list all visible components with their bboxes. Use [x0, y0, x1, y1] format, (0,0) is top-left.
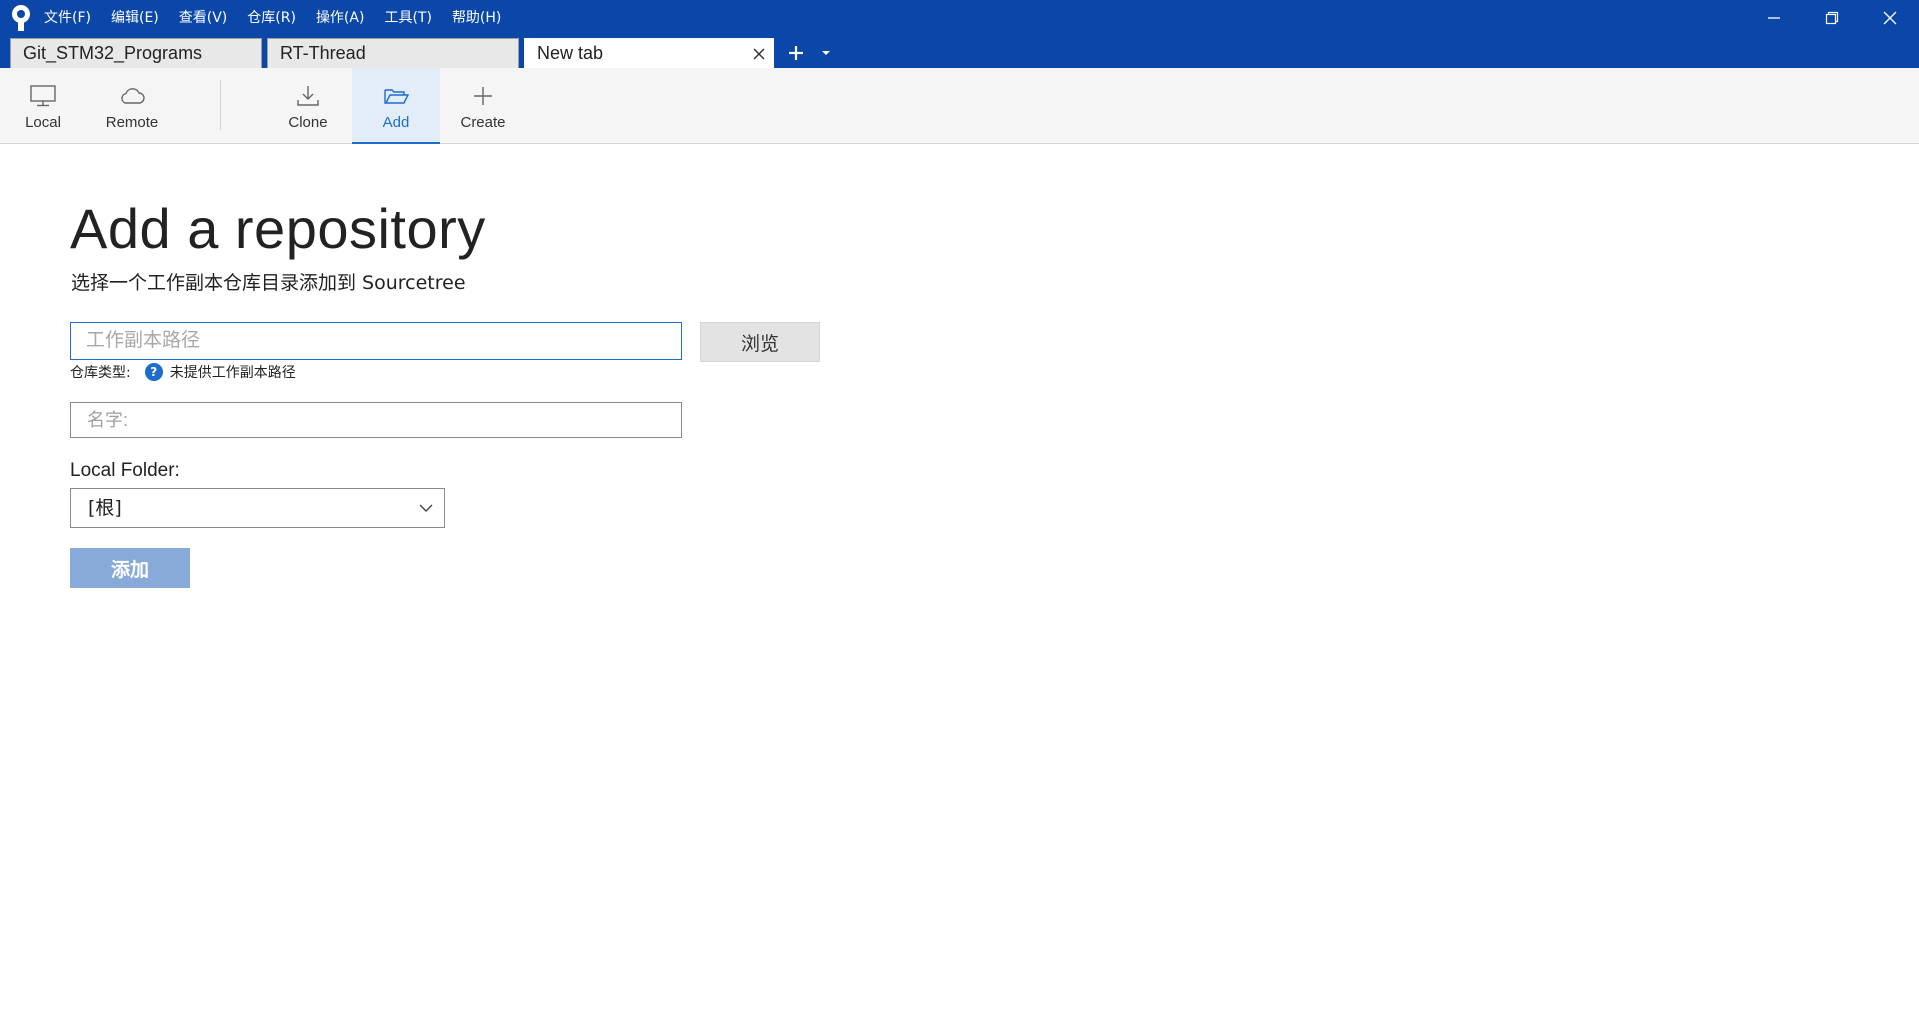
folder-open-icon: [384, 89, 410, 104]
repo-type-label: 仓库类型:: [70, 365, 131, 381]
local-label: Local: [25, 114, 61, 131]
minimize-icon: [1768, 17, 1780, 19]
tab-new-tab[interactable]: New tab: [524, 38, 774, 68]
add-tab-button[interactable]: Add: [352, 68, 440, 144]
menu-file[interactable]: 文件(F): [44, 6, 91, 30]
menu-actions[interactable]: 操作(A): [316, 6, 365, 30]
local-folder-label: Local Folder:: [70, 460, 180, 481]
tab-strip: Git_STM32_Programs RT-Thread New tab: [10, 38, 841, 68]
restore-button[interactable]: [1803, 0, 1861, 36]
plus-icon: [789, 46, 803, 60]
close-window-button[interactable]: [1861, 0, 1919, 36]
tab-new-tab-label: New tab: [537, 43, 604, 63]
local-button[interactable]: Local: [14, 68, 72, 144]
caret-down-icon: [822, 51, 830, 55]
clone-label: Clone: [288, 114, 328, 131]
new-tab-button[interactable]: [781, 38, 811, 68]
create-button[interactable]: Create: [452, 68, 514, 144]
remote-label: Remote: [105, 114, 159, 131]
tab-rt-thread[interactable]: RT-Thread: [267, 38, 519, 68]
working-copy-path-input[interactable]: [70, 322, 682, 360]
menu-edit[interactable]: 编辑(E): [111, 6, 159, 30]
remote-button[interactable]: Remote: [98, 68, 166, 144]
minimize-button[interactable]: [1745, 0, 1803, 36]
toolbar: Local Remote Clone Add Create: [0, 68, 1919, 144]
page-title: Add a repository: [70, 197, 486, 260]
download-icon: [297, 86, 319, 106]
add-button[interactable]: 添加: [70, 548, 190, 588]
menu-view[interactable]: 查看(V): [179, 6, 228, 30]
clone-button[interactable]: Clone: [278, 68, 338, 144]
repo-type-value: 未提供工作副本路径: [169, 365, 296, 381]
menu-help[interactable]: 帮助(H): [452, 6, 501, 30]
local-folder-select[interactable]: [根]: [70, 488, 445, 528]
sourcetree-logo-icon: [12, 5, 30, 31]
menu-tools[interactable]: 工具(T): [384, 6, 431, 30]
cloud-icon: [121, 88, 145, 104]
page-subtitle: 选择一个工作副本仓库目录添加到 Sourcetree: [71, 272, 466, 294]
title-bar: 文件(F) 编辑(E) 查看(V) 仓库(R) 操作(A) 工具(T) 帮助(H…: [0, 0, 1919, 68]
tab-git-stm32-programs[interactable]: Git_STM32_Programs: [10, 38, 262, 68]
tab-close-icon[interactable]: [751, 46, 767, 62]
plus-icon: [474, 87, 492, 105]
name-input[interactable]: [70, 402, 682, 438]
add-tab-label: Add: [382, 114, 410, 131]
menu-bar: 文件(F) 编辑(E) 查看(V) 仓库(R) 操作(A) 工具(T) 帮助(H…: [44, 6, 521, 30]
help-icon[interactable]: ?: [144, 363, 163, 381]
browse-button[interactable]: 浏览: [700, 322, 820, 362]
restore-icon: [1825, 11, 1839, 25]
repo-type-row: 仓库类型: ? 未提供工作副本路径: [70, 362, 296, 382]
menu-repository[interactable]: 仓库(R): [247, 6, 296, 30]
toolbar-separator: [220, 80, 221, 130]
chevron-down-icon: [419, 504, 433, 512]
close-icon: [1883, 11, 1897, 25]
local-folder-value: [根]: [88, 497, 122, 519]
tab-list-dropdown[interactable]: [811, 38, 841, 68]
create-label: Create: [460, 114, 506, 131]
window-controls: [1745, 0, 1919, 36]
monitor-icon: [30, 85, 56, 107]
